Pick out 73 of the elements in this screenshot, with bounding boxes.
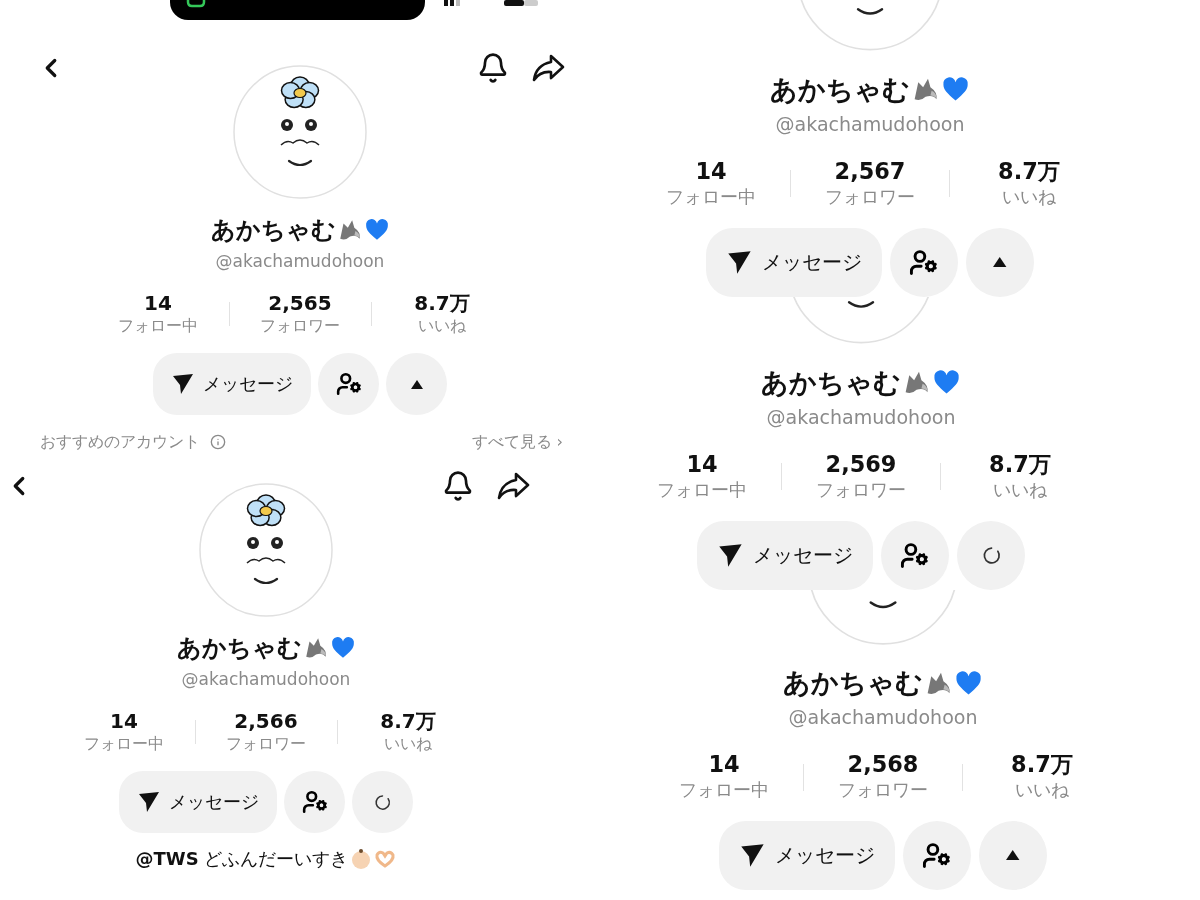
bio-text: @TWS どふんだーいすき: [135, 848, 349, 870]
stat-value: 8.7万: [414, 291, 470, 315]
battery-icon: [504, 0, 538, 6]
stat-label: いいね: [992, 478, 1047, 502]
heart-hands-icon: [374, 848, 397, 870]
see-all-link[interactable]: すべて見る ›: [471, 432, 563, 452]
username: @akachamudohoon: [215, 250, 385, 272]
stat-label: フォロー中: [657, 478, 748, 502]
stat-label: フォロー中: [84, 733, 164, 755]
message-button[interactable]: メッセージ: [696, 520, 873, 590]
message-button[interactable]: メッセージ: [718, 820, 895, 891]
send-icon: [725, 248, 753, 276]
user-settings-icon: [335, 371, 362, 397]
profile-name: あかちゃむ: [210, 215, 336, 245]
stat-label: いいね: [1001, 185, 1056, 209]
stat-label: いいね: [418, 315, 466, 337]
username: @akachamudohoon: [788, 705, 978, 731]
spinner-icon: [374, 793, 391, 811]
profile-name: あかちゃむ: [769, 73, 910, 107]
stat-value: 2,566: [234, 709, 298, 733]
share-icon[interactable]: [496, 471, 530, 501]
caret-up-icon: [1006, 850, 1020, 861]
stat-label: フォロワー: [260, 315, 340, 337]
profile-name: あかちゃむ: [782, 666, 923, 700]
message-button[interactable]: メッセージ: [705, 227, 882, 297]
send-icon: [137, 790, 161, 814]
send-icon: [716, 541, 744, 569]
send-icon: [171, 372, 195, 396]
stat-label: フォロワー: [226, 733, 306, 755]
message-button[interactable]: メッセージ: [153, 353, 311, 415]
username: @akachamudohoon: [766, 405, 956, 430]
user-settings-icon: [909, 247, 939, 277]
stat-value: 2,569: [825, 451, 897, 478]
bell-icon[interactable]: [442, 470, 474, 502]
message-button[interactable]: メッセージ: [119, 771, 277, 833]
section-title: おすすめのアカウント: [40, 432, 200, 452]
stat-value: 2,568: [847, 751, 919, 779]
stat-label: フォロー中: [666, 185, 757, 209]
share-icon[interactable]: [531, 53, 565, 83]
stat-label: フォロー中: [118, 315, 198, 337]
stat-label: フォロワー: [825, 185, 915, 209]
stat-label: フォロワー: [816, 478, 906, 502]
stat-label: いいね: [384, 733, 432, 755]
user-settings-icon: [301, 789, 328, 815]
stat-value: 14: [695, 158, 727, 185]
spinner-icon: [981, 545, 1001, 565]
caret-up-icon: [410, 379, 423, 389]
signal-icon: [444, 0, 460, 6]
stat-value: 14: [686, 451, 718, 478]
stat-value: 2,567: [834, 158, 906, 185]
activity-icon: [186, 0, 206, 8]
username: @akachamudohoon: [181, 668, 351, 690]
stat-value: 14: [708, 751, 740, 779]
baby-icon: [350, 848, 373, 870]
stat-value: 2,565: [268, 291, 332, 315]
stat-value: 8.7万: [998, 158, 1060, 185]
user-settings-icon: [922, 840, 952, 871]
stat-value: 14: [144, 291, 172, 315]
stat-value: 14: [110, 709, 138, 733]
stat-label: いいね: [1014, 778, 1069, 803]
stat-value: 8.7万: [380, 709, 436, 733]
send-icon: [738, 842, 766, 869]
bell-icon[interactable]: [477, 52, 509, 84]
profile-name: あかちゃむ: [760, 366, 901, 400]
username: @akachamudohoon: [775, 112, 965, 137]
stat-value: 8.7万: [1011, 751, 1073, 779]
stat-label: フォロワー: [838, 778, 928, 803]
user-settings-icon: [900, 540, 930, 570]
profile-name: あかちゃむ: [176, 633, 302, 663]
stat-label: フォロー中: [679, 778, 770, 803]
info-icon[interactable]: [210, 434, 226, 450]
caret-up-icon: [993, 257, 1007, 268]
stat-value: 8.7万: [989, 451, 1051, 478]
